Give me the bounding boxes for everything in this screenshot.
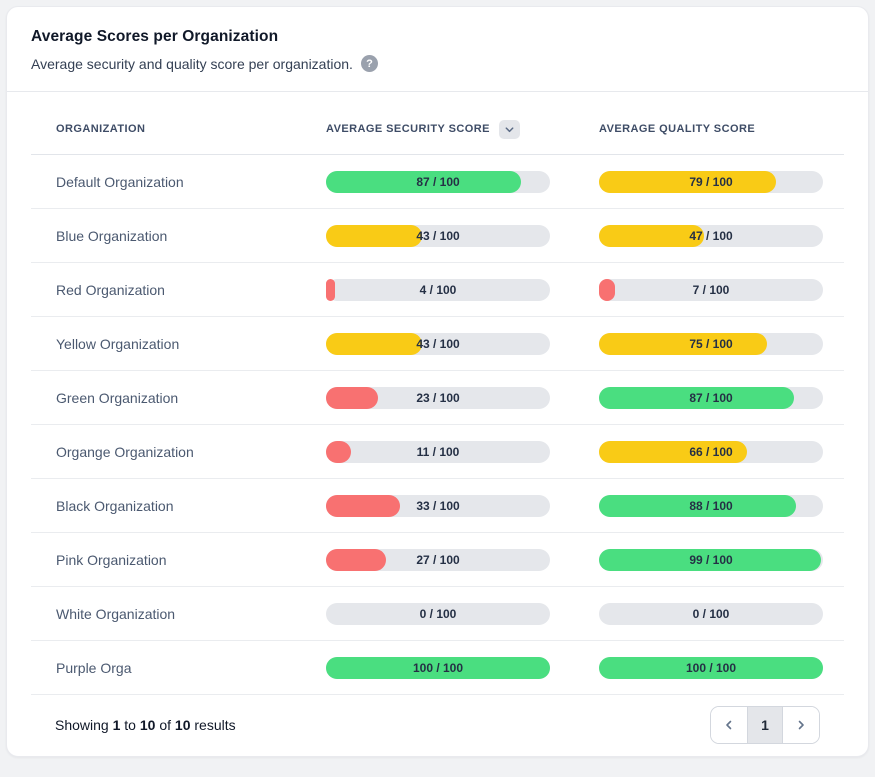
security-score-bar: 27 / 100: [326, 549, 550, 571]
security-score-label: 87 / 100: [326, 171, 550, 193]
security-score-bar: 87 / 100: [326, 171, 550, 193]
average-scores-card: Average Scores per Organization Average …: [6, 6, 869, 757]
security-score-label: 11 / 100: [326, 441, 550, 463]
security-score-bar: 23 / 100: [326, 387, 550, 409]
page-number-button[interactable]: 1: [747, 707, 783, 743]
table-row: White Organization 0 / 100 0 / 100: [31, 587, 844, 641]
table-row: Yellow Organization 43 / 100 75 / 100: [31, 317, 844, 371]
organization-name: Pink Organization: [31, 552, 326, 568]
summary-results-word: results: [194, 717, 235, 733]
quality-score-label: 75 / 100: [599, 333, 823, 355]
scores-table: Organization Average Security Score Aver…: [7, 92, 868, 755]
table-row: Purple Orga 100 / 100 100 / 100: [31, 641, 844, 695]
organization-name: Organge Organization: [31, 444, 326, 460]
summary-of-word: of: [159, 717, 171, 733]
column-header-quality: Average Quality Score: [599, 123, 844, 135]
table-row: Green Organization 23 / 100 87 / 100: [31, 371, 844, 425]
chevron-right-icon: [795, 719, 807, 731]
page-subtitle: Average security and quality score per o…: [31, 55, 844, 72]
page-title: Average Scores per Organization: [31, 28, 844, 46]
quality-score-bar: 66 / 100: [599, 441, 823, 463]
security-score-label: 4 / 100: [326, 279, 550, 301]
organization-name: Red Organization: [31, 282, 326, 298]
quality-score-label: 7 / 100: [599, 279, 823, 301]
quality-score-label: 66 / 100: [599, 441, 823, 463]
quality-score-bar: 0 / 100: [599, 603, 823, 625]
summary-showing: Showing: [55, 717, 109, 733]
quality-score-bar: 100 / 100: [599, 657, 823, 679]
column-header-organization: Organization: [31, 123, 326, 135]
security-score-label: 100 / 100: [326, 657, 550, 679]
table-footer: Showing 1 to 10 of 10 results 1: [31, 695, 844, 755]
summary-total: 10: [175, 717, 191, 733]
sort-security-button[interactable]: [499, 120, 520, 139]
table-row: Red Organization 4 / 100 7 / 100: [31, 263, 844, 317]
security-score-label: 33 / 100: [326, 495, 550, 517]
card-header: Average Scores per Organization Average …: [7, 7, 868, 91]
next-page-button[interactable]: [783, 707, 819, 743]
organization-name: Purple Orga: [31, 660, 326, 676]
quality-score-label: 79 / 100: [599, 171, 823, 193]
security-score-label: 43 / 100: [326, 225, 550, 247]
summary-to-word: to: [124, 717, 136, 733]
organization-name: Default Organization: [31, 174, 326, 190]
security-score-label: 23 / 100: [326, 387, 550, 409]
quality-score-bar: 99 / 100: [599, 549, 823, 571]
quality-score-bar: 75 / 100: [599, 333, 823, 355]
security-score-bar: 43 / 100: [326, 225, 550, 247]
page-subtitle-text: Average security and quality score per o…: [31, 56, 353, 72]
table-row: Black Organization 33 / 100 88 / 100: [31, 479, 844, 533]
chevron-left-icon: [723, 719, 735, 731]
table-row: Organge Organization 11 / 100 66 / 100: [31, 425, 844, 479]
quality-score-bar: 88 / 100: [599, 495, 823, 517]
security-score-label: 43 / 100: [326, 333, 550, 355]
table-header-row: Organization Average Security Score Aver…: [31, 92, 844, 155]
organization-name: Blue Organization: [31, 228, 326, 244]
quality-score-label: 0 / 100: [599, 603, 823, 625]
table-row: Blue Organization 43 / 100 47 / 100: [31, 209, 844, 263]
security-score-bar: 43 / 100: [326, 333, 550, 355]
organization-name: Black Organization: [31, 498, 326, 514]
column-header-security-label: Average Security Score: [326, 123, 490, 135]
table-row: Default Organization 87 / 100 79 / 100: [31, 155, 844, 209]
previous-page-button[interactable]: [711, 707, 747, 743]
results-summary: Showing 1 to 10 of 10 results: [55, 717, 236, 733]
summary-from: 1: [113, 717, 121, 733]
summary-to: 10: [140, 717, 156, 733]
organization-name: Green Organization: [31, 390, 326, 406]
quality-score-bar: 7 / 100: [599, 279, 823, 301]
security-score-bar: 100 / 100: [326, 657, 550, 679]
column-header-security: Average Security Score: [326, 120, 599, 139]
organization-name: Yellow Organization: [31, 336, 326, 352]
help-icon[interactable]: ?: [361, 55, 378, 72]
pagination: 1: [710, 706, 820, 744]
security-score-label: 0 / 100: [326, 603, 550, 625]
organization-name: White Organization: [31, 606, 326, 622]
quality-score-label: 99 / 100: [599, 549, 823, 571]
security-score-bar: 0 / 100: [326, 603, 550, 625]
quality-score-bar: 87 / 100: [599, 387, 823, 409]
table-row: Pink Organization 27 / 100 99 / 100: [31, 533, 844, 587]
security-score-bar: 33 / 100: [326, 495, 550, 517]
security-score-bar: 4 / 100: [326, 279, 550, 301]
quality-score-bar: 47 / 100: [599, 225, 823, 247]
quality-score-label: 47 / 100: [599, 225, 823, 247]
security-score-bar: 11 / 100: [326, 441, 550, 463]
quality-score-label: 100 / 100: [599, 657, 823, 679]
quality-score-label: 87 / 100: [599, 387, 823, 409]
quality-score-label: 88 / 100: [599, 495, 823, 517]
quality-score-bar: 79 / 100: [599, 171, 823, 193]
chevron-down-icon: [504, 124, 515, 135]
security-score-label: 27 / 100: [326, 549, 550, 571]
